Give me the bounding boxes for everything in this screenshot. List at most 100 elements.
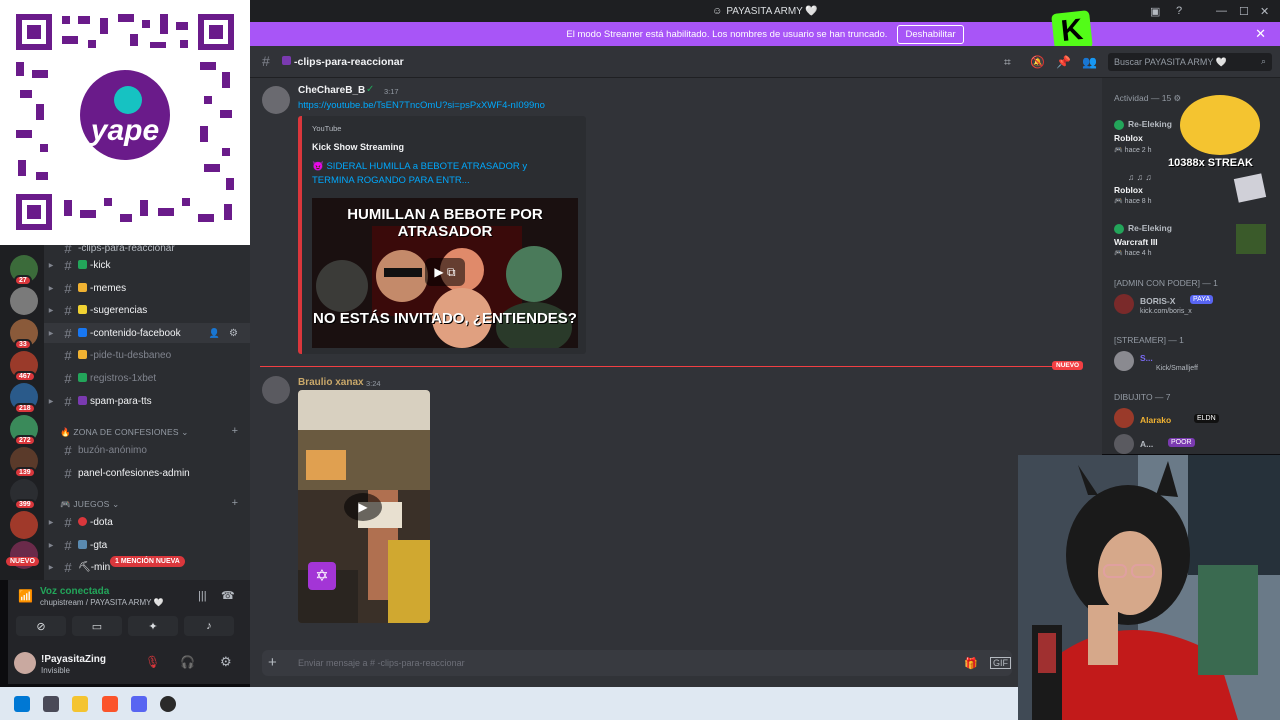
disable-streamer-button[interactable]: Deshabilitar bbox=[897, 24, 964, 44]
file-explorer-icon[interactable] bbox=[72, 696, 88, 712]
headphones-icon[interactable]: 🎧 bbox=[180, 655, 195, 669]
channel-item[interactable]: ▶ # -gta bbox=[44, 535, 250, 555]
channel-item[interactable]: ▶ # -kick bbox=[44, 255, 250, 275]
channel-item[interactable]: # registros-1xbet bbox=[44, 368, 250, 388]
task-view-icon[interactable] bbox=[43, 696, 59, 712]
avatar[interactable] bbox=[1114, 408, 1134, 428]
avatar[interactable] bbox=[262, 376, 290, 404]
brave-browser-icon[interactable] bbox=[102, 696, 118, 712]
minimize-icon[interactable]: — bbox=[1216, 0, 1227, 22]
search-input[interactable]: Buscar PAYASITA ARMY 🤍 ⌕ bbox=[1108, 53, 1272, 71]
play-icon[interactable]: ▶ ⧉ bbox=[425, 258, 465, 286]
member-name[interactable]: Re-Eleking bbox=[1128, 119, 1172, 129]
emoji-icon bbox=[78, 282, 87, 292]
server-avatar[interactable] bbox=[10, 287, 38, 315]
avatar[interactable] bbox=[14, 652, 36, 674]
disconnect-icon[interactable]: ☎ bbox=[221, 589, 235, 602]
hash-icon: # bbox=[64, 302, 72, 318]
server-rail: 27 33 467 218 272 139 399 bbox=[0, 245, 44, 580]
server-avatar[interactable]: 218 bbox=[10, 383, 38, 414]
member-tag: ELDN bbox=[1194, 414, 1219, 423]
embed-video-title[interactable]: 😈 SIDERAL HUMILLA a BEBOTE ATRASADOR y T… bbox=[312, 160, 556, 188]
attach-icon[interactable]: + bbox=[268, 654, 277, 671]
close-icon[interactable]: ✕ bbox=[1255, 26, 1266, 42]
channel-item[interactable]: ▶ # -memes bbox=[44, 278, 250, 298]
unread-indicator: ▶ bbox=[48, 542, 54, 549]
voice-status[interactable]: Voz conectada bbox=[40, 586, 109, 597]
activities-button[interactable]: ✦ bbox=[128, 616, 178, 636]
video-attachment[interactable]: ▶ ✡ bbox=[298, 390, 430, 623]
voice-location[interactable]: chupistream / PAYASITA ARMY 🤍 bbox=[40, 598, 163, 607]
add-channel-icon[interactable]: + bbox=[232, 497, 238, 509]
message-author[interactable]: Braulio xanax bbox=[298, 377, 364, 388]
message-author[interactable]: CheChareB_B bbox=[298, 85, 365, 96]
message-time: 3:24 bbox=[366, 379, 381, 388]
mention-count-badge: 139 bbox=[14, 467, 36, 478]
avatar[interactable] bbox=[262, 86, 290, 114]
add-member-icon[interactable]: 👤 bbox=[209, 328, 220, 339]
member-subtitle: Kick/Smalljeff bbox=[1156, 365, 1198, 372]
new-servers-badge[interactable]: NUEVO bbox=[6, 557, 39, 566]
server-avatar[interactable] bbox=[10, 511, 38, 539]
threads-icon[interactable]: ⌗ bbox=[1004, 55, 1011, 70]
screen-share-button[interactable]: ▭ bbox=[72, 616, 122, 636]
dota-icon bbox=[78, 516, 87, 526]
video-thumbnail[interactable]: HUMILLAN A BEBOTE POR ATRASADOR NO ESTÁS… bbox=[312, 198, 578, 348]
windows-start-icon[interactable] bbox=[14, 696, 30, 712]
server-avatar[interactable]: 33 bbox=[10, 319, 38, 350]
channel-title: -clips-para-reaccionar bbox=[294, 56, 404, 68]
server-avatar[interactable]: 399 bbox=[10, 479, 38, 510]
camera-off-button[interactable]: ⊘ bbox=[16, 616, 66, 636]
gif-icon[interactable]: GIF bbox=[990, 657, 1011, 669]
activity-header: Actividad — 15 ⚙ bbox=[1114, 93, 1182, 103]
category-confesiones[interactable]: 🔥 ZONA DE CONFESIONES ⌄ bbox=[60, 427, 189, 438]
help-icon[interactable]: ? bbox=[1176, 0, 1182, 22]
avatar[interactable] bbox=[1114, 294, 1134, 314]
close-window-icon[interactable]: ✕ bbox=[1260, 0, 1269, 22]
member-name[interactable]: BORIS-X bbox=[1140, 296, 1175, 306]
voice-panel: 📶 Voz conectada chupistream / PAYASITA A… bbox=[8, 580, 250, 642]
mention-count-badge: 218 bbox=[14, 403, 36, 414]
username[interactable]: !PayasitaZing bbox=[41, 654, 106, 665]
channel-item[interactable]: # buzón-anónimo bbox=[44, 440, 250, 460]
channel-item[interactable]: ▶ # spam-para-tts bbox=[44, 391, 250, 411]
member-name[interactable]: Re-Eleking bbox=[1128, 223, 1172, 233]
avatar[interactable] bbox=[1114, 434, 1134, 454]
inbox-icon[interactable]: ▣ bbox=[1150, 0, 1160, 22]
new-mention-badge[interactable]: 1 MENCIÓN NUEVA bbox=[110, 556, 185, 567]
avatar[interactable] bbox=[1114, 351, 1134, 371]
server-avatar[interactable]: 272 bbox=[10, 415, 38, 446]
member-name[interactable]: Alarako bbox=[1140, 415, 1171, 425]
noise-suppression-icon[interactable]: ||| bbox=[198, 590, 207, 602]
mute-icon[interactable]: 🎙 bbox=[145, 655, 160, 669]
settings-icon[interactable]: ⚙ bbox=[220, 654, 232, 670]
category-juegos[interactable]: 🎮 JUEGOS ⌄ bbox=[60, 499, 119, 510]
pickaxe-icon: ⛏ bbox=[78, 561, 91, 573]
channel-item[interactable]: # -pide-tu-desbaneo bbox=[44, 345, 250, 365]
play-icon[interactable]: ▶ bbox=[344, 493, 382, 521]
member-name[interactable]: A... bbox=[1140, 439, 1153, 449]
channel-item[interactable]: # panel-confesiones-admin bbox=[44, 463, 250, 483]
verified-icon: ✓ bbox=[366, 84, 375, 95]
channel-item[interactable]: ▶ # -sugerencias bbox=[44, 300, 250, 320]
pin-icon[interactable]: 📌 bbox=[1056, 55, 1071, 69]
add-channel-icon[interactable]: + bbox=[232, 425, 238, 437]
channel-item[interactable]: ▶ # -dota bbox=[44, 512, 250, 532]
member-list-icon[interactable]: 👥 bbox=[1082, 55, 1097, 69]
server-avatar[interactable]: 467 bbox=[10, 351, 38, 382]
message-link[interactable]: https://youtube.be/TsEN7TncOmU?si=psPxXW… bbox=[298, 100, 545, 111]
soundboard-button[interactable]: ♪ bbox=[184, 616, 234, 636]
member-name[interactable]: S... bbox=[1140, 353, 1153, 363]
member-name[interactable]: ♫ ♫ ♫ bbox=[1128, 172, 1152, 182]
gear-icon[interactable]: ⚙ bbox=[229, 328, 238, 339]
maximize-icon[interactable]: ☐ bbox=[1239, 0, 1249, 22]
obs-icon[interactable] bbox=[160, 696, 176, 712]
notifications-icon[interactable]: 🔕 bbox=[1030, 55, 1045, 69]
gift-icon[interactable]: 🎁 bbox=[964, 657, 978, 670]
server-avatar[interactable]: 27 bbox=[10, 255, 38, 286]
server-avatar[interactable]: 139 bbox=[10, 447, 38, 478]
embed-author[interactable]: Kick Show Streaming bbox=[312, 142, 404, 152]
discord-icon[interactable] bbox=[131, 696, 147, 712]
channel-item[interactable]: ▶ # -contenido-facebook 👤 ⚙ bbox=[44, 323, 250, 343]
facebook-icon bbox=[78, 327, 87, 337]
